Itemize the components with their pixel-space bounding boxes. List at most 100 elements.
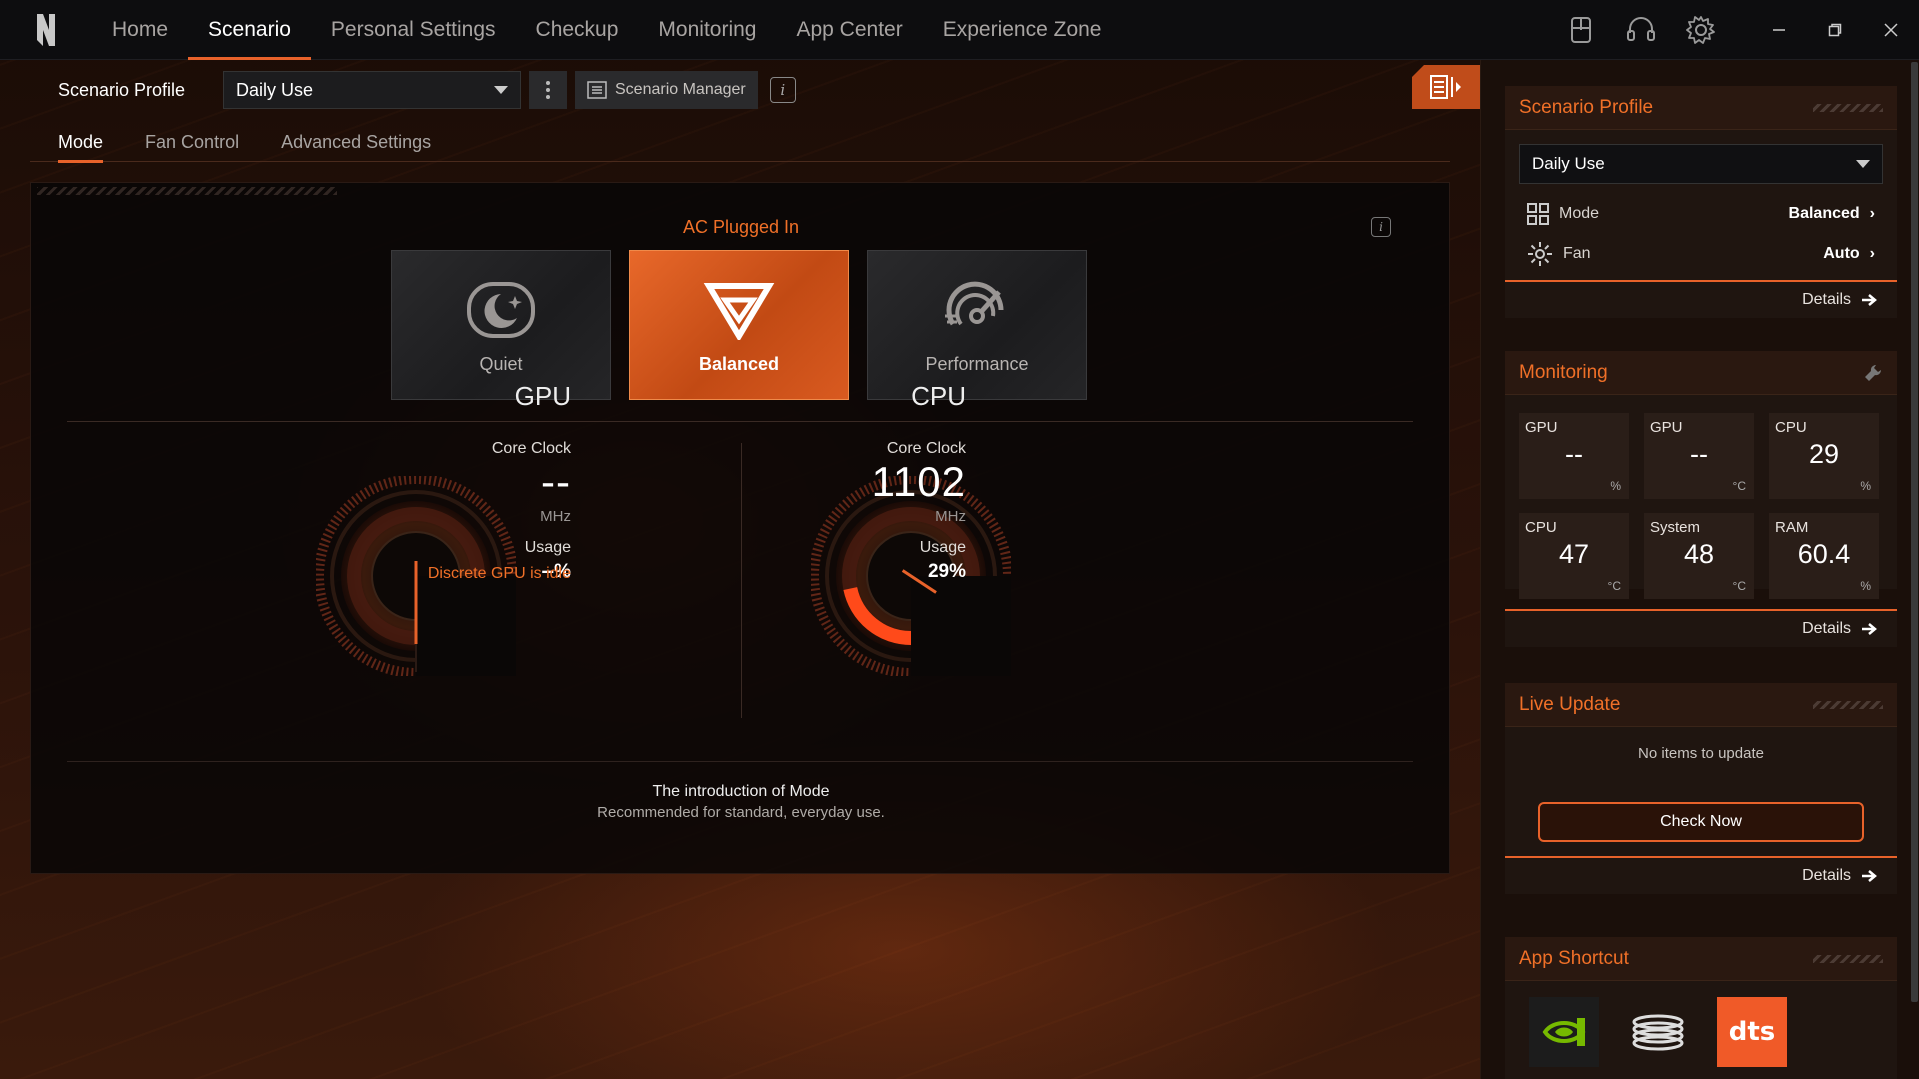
device-icon[interactable] bbox=[1551, 0, 1611, 60]
monitor-cpu-temp: CPU 47 °C bbox=[1519, 513, 1629, 599]
scenario-details-link[interactable]: Details bbox=[1505, 280, 1897, 318]
scenario-manager-button[interactable]: Scenario Manager bbox=[575, 71, 758, 109]
nav-app-center[interactable]: App Center bbox=[776, 0, 922, 60]
nav-personal-settings[interactable]: Personal Settings bbox=[311, 0, 516, 60]
mode-balanced-label: Balanced bbox=[698, 354, 780, 374]
monitor-system-temp: System 48 °C bbox=[1644, 513, 1754, 599]
monitor-unit: °C bbox=[1732, 579, 1746, 593]
gpu-title: GPU bbox=[514, 381, 571, 411]
top-right-controls bbox=[1551, 0, 1919, 60]
sidebar-profile-value: Daily Use bbox=[1532, 154, 1605, 173]
monitoring-grid: GPU -- % GPU -- °C CPU 29 % CPU 47 °C Sy… bbox=[1505, 395, 1897, 617]
nav-monitoring[interactable]: Monitoring bbox=[638, 0, 776, 60]
monitor-label: GPU bbox=[1525, 419, 1558, 436]
chevron-down-icon bbox=[1856, 160, 1870, 168]
mode-performance-button[interactable]: Performance bbox=[867, 250, 1087, 400]
monitor-label: System bbox=[1650, 519, 1701, 536]
nav-experience-zone[interactable]: Experience Zone bbox=[923, 0, 1122, 60]
nvidia-icon[interactable] bbox=[1529, 997, 1599, 1067]
coil-app-icon[interactable] bbox=[1623, 997, 1693, 1067]
header-decoration bbox=[1813, 103, 1883, 112]
gpu-clock-unit: MHz bbox=[540, 508, 571, 525]
power-state-label: AC Plugged In bbox=[682, 217, 800, 237]
monitor-value: 47 bbox=[1558, 539, 1590, 569]
sub-tabs: Mode Fan Control Advanced Settings bbox=[30, 122, 1450, 163]
app-shortcut-card: App Shortcut dts bbox=[1505, 937, 1897, 1079]
cpu-clock-unit: MHz bbox=[935, 508, 966, 525]
cpu-core-clock-label: Core Clock bbox=[886, 440, 966, 457]
arrow-right-icon bbox=[1862, 623, 1877, 635]
card-title: Live Update bbox=[1519, 693, 1621, 715]
arrow-right-icon bbox=[1862, 870, 1877, 882]
dts-logo-text: dts bbox=[1728, 1017, 1776, 1047]
details-label: Details bbox=[1802, 867, 1851, 884]
sidebar-mode-row[interactable]: Mode Balanced › bbox=[1505, 194, 1897, 234]
monitor-cpu-usage: CPU 29 % bbox=[1769, 413, 1879, 499]
mode-selector: Quiet Balanced Performance bbox=[391, 250, 1087, 400]
nav-scenario[interactable]: Scenario bbox=[188, 0, 311, 60]
collapse-sidebar-button[interactable] bbox=[1412, 65, 1480, 109]
live-update-card: Live Update No items to update Check Now… bbox=[1505, 683, 1897, 894]
minimize-button[interactable] bbox=[1751, 0, 1807, 60]
monitoring-details-link[interactable]: Details bbox=[1505, 609, 1897, 647]
close-button[interactable] bbox=[1863, 0, 1919, 60]
scenario-profile-select[interactable]: Daily Use bbox=[223, 71, 521, 109]
monitor-gpu-usage: GPU -- % bbox=[1519, 413, 1629, 499]
nav-home[interactable]: Home bbox=[92, 0, 188, 60]
gpu-core-clock-label: Core Clock bbox=[491, 440, 571, 457]
more-options-button[interactable] bbox=[529, 71, 567, 109]
mode-quiet-button[interactable]: Quiet bbox=[391, 250, 611, 400]
gpu-stats: GPU Core Clock -- MHz Usage --% bbox=[411, 381, 571, 583]
settings-gear-icon[interactable] bbox=[1671, 0, 1731, 60]
mode-panel: AC Plugged In i Quiet Balanced Performan… bbox=[30, 182, 1450, 874]
intro-description: Recommended for standard, everyday use. bbox=[597, 804, 885, 821]
sidebar-fan-row[interactable]: Fan Auto › bbox=[1505, 234, 1897, 274]
moon-star-icon bbox=[467, 282, 535, 338]
monitor-value: 60.4 bbox=[1797, 539, 1851, 569]
nav-checkup[interactable]: Checkup bbox=[516, 0, 639, 60]
sidebar-profile-select[interactable]: Daily Use bbox=[1519, 144, 1883, 184]
profile-row: Scenario Profile Daily Use Scenario Mana… bbox=[58, 70, 796, 110]
monitor-value: 48 bbox=[1683, 539, 1715, 569]
monitor-unit: % bbox=[1860, 579, 1871, 593]
tab-mode[interactable]: Mode bbox=[30, 122, 117, 163]
grid-icon bbox=[1527, 203, 1549, 225]
profile-select-value: Daily Use bbox=[236, 79, 314, 100]
sidebar-mode-label: Mode bbox=[1559, 205, 1600, 222]
fan-icon bbox=[1528, 242, 1552, 266]
header-decoration bbox=[1813, 700, 1883, 709]
details-label: Details bbox=[1802, 291, 1851, 308]
mode-quiet-label: Quiet bbox=[479, 354, 523, 374]
tab-fan-control[interactable]: Fan Control bbox=[117, 122, 253, 162]
monitor-unit: % bbox=[1610, 479, 1621, 493]
cpu-usage-value: 29% bbox=[927, 561, 966, 582]
sidebar-scrollbar[interactable] bbox=[1911, 62, 1918, 1002]
wrench-icon[interactable] bbox=[1863, 363, 1883, 383]
monitor-gpu-temp: GPU -- °C bbox=[1644, 413, 1754, 499]
no-updates-message: No items to update bbox=[1638, 745, 1764, 762]
dts-icon[interactable]: dts bbox=[1717, 997, 1787, 1067]
speedometer-icon bbox=[945, 281, 1004, 326]
live-update-details-link[interactable]: Details bbox=[1505, 856, 1897, 894]
divider-vertical bbox=[741, 443, 742, 718]
info-icon[interactable]: i bbox=[769, 77, 796, 103]
mode-info-icon[interactable]: i bbox=[1371, 217, 1391, 237]
arrow-right-icon bbox=[1862, 294, 1877, 306]
details-label: Details bbox=[1802, 620, 1851, 637]
monitor-unit: % bbox=[1860, 479, 1871, 493]
check-now-button[interactable]: Check Now bbox=[1538, 802, 1864, 842]
tab-advanced-settings[interactable]: Advanced Settings bbox=[253, 122, 445, 162]
restore-button[interactable] bbox=[1807, 0, 1863, 60]
scenario-profile-card: Scenario Profile Daily Use Mode Balanced… bbox=[1505, 86, 1897, 318]
header-decoration bbox=[1813, 954, 1883, 963]
headset-icon[interactable] bbox=[1611, 0, 1671, 60]
mode-balanced-button[interactable]: Balanced bbox=[629, 250, 849, 400]
scenario-manager-label: Scenario Manager bbox=[615, 81, 746, 98]
monitor-label: CPU bbox=[1525, 519, 1557, 536]
monitor-ram-usage: RAM 60.4 % bbox=[1769, 513, 1879, 599]
sidebar-fan-value: Auto bbox=[1823, 245, 1860, 262]
monitor-unit: °C bbox=[1607, 579, 1621, 593]
gpu-usage-label: Usage bbox=[524, 539, 571, 556]
card-header: Scenario Profile bbox=[1505, 86, 1897, 130]
divider bbox=[67, 761, 1413, 762]
